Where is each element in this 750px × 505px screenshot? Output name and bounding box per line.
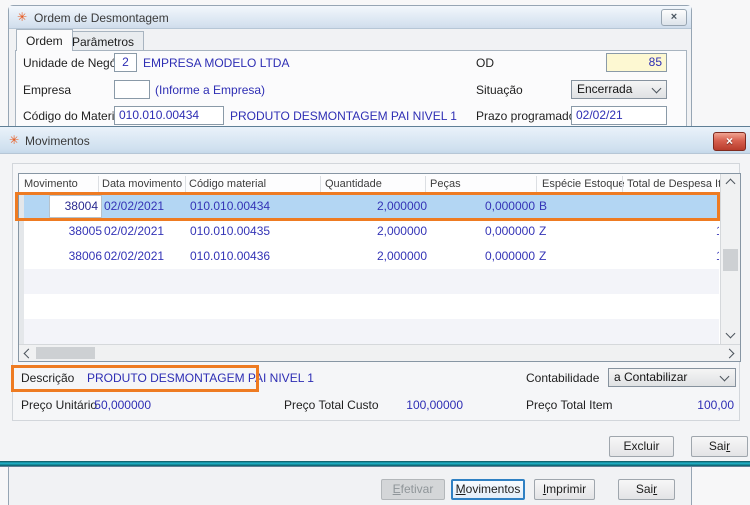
empty-row bbox=[24, 319, 719, 344]
col-quantidade[interactable]: Quantidade bbox=[325, 174, 382, 194]
situacao-value: Encerrada bbox=[577, 82, 632, 96]
movimentos-window: ✳ Movimentos × Movimento Data movimento … bbox=[0, 126, 750, 467]
movimentos-button[interactable]: Movimentos bbox=[451, 479, 525, 500]
empresa-hint: (Informe a Empresa) bbox=[155, 81, 265, 99]
movimentos-table[interactable]: Movimento Data movimento Código material… bbox=[18, 173, 741, 362]
chevron-down-icon bbox=[720, 372, 730, 382]
efetivar-button[interactable]: Efetivar bbox=[381, 479, 445, 500]
table-row[interactable]: 38006 02/02/2021 010.010.00436 2,000000 … bbox=[24, 244, 719, 269]
cell-data: 02/02/2021 bbox=[104, 194, 164, 219]
desktop: ✳ Ordem de Desmontagem × Ordem Parâmetro… bbox=[0, 0, 750, 505]
scrollbar-thumb[interactable] bbox=[723, 249, 738, 271]
descricao-value: PRODUTO DESMONTAGEM PAI NIVEL 1 bbox=[87, 369, 314, 387]
movimento-edit-cell[interactable]: 38004 bbox=[49, 195, 102, 218]
chevron-down-icon bbox=[652, 84, 662, 94]
preco-total-custo-value: 100,00000 bbox=[379, 396, 463, 414]
scroll-up-button[interactable] bbox=[721, 174, 740, 191]
close-icon[interactable]: × bbox=[661, 9, 687, 26]
column-separator bbox=[185, 176, 186, 192]
cell-especie: B bbox=[539, 194, 547, 219]
movimentos-window-title: Movimentos bbox=[25, 133, 90, 149]
col-codigo[interactable]: Código material bbox=[189, 174, 266, 194]
situacao-dropdown[interactable]: Encerrada bbox=[571, 80, 667, 99]
codigo-material-label: Código do Material bbox=[23, 107, 124, 125]
descricao-label: Descrição bbox=[21, 369, 74, 387]
table-row[interactable]: 38005 02/02/2021 010.010.00435 2,000000 … bbox=[24, 219, 719, 244]
preco-total-item-value: 100,00 bbox=[654, 396, 734, 414]
cell-total-clipped: 1 bbox=[716, 244, 719, 269]
cell-pecas: 0,000000 bbox=[435, 244, 535, 269]
column-separator bbox=[425, 176, 426, 192]
empty-row bbox=[24, 294, 719, 319]
cell-codigo: 010.010.00435 bbox=[190, 219, 270, 244]
column-separator bbox=[622, 176, 623, 192]
prazo-input[interactable]: 02/02/21 bbox=[571, 106, 667, 125]
column-separator bbox=[98, 176, 99, 192]
scroll-down-button[interactable] bbox=[721, 327, 740, 344]
cell-codigo: 010.010.00436 bbox=[190, 244, 270, 269]
empresa-input[interactable] bbox=[114, 80, 150, 99]
col-data[interactable]: Data movimento bbox=[102, 174, 182, 194]
horizontal-scrollbar[interactable] bbox=[19, 344, 740, 361]
cell-codigo: 010.010.00434 bbox=[190, 194, 270, 219]
scrollbar-thumb[interactable] bbox=[36, 347, 95, 359]
od-label: OD bbox=[476, 54, 494, 72]
contabilidade-dropdown[interactable]: a Contabilizar bbox=[608, 368, 736, 387]
column-separator bbox=[536, 176, 537, 192]
contabilidade-value: a Contabilizar bbox=[614, 370, 687, 384]
cell-data: 02/02/2021 bbox=[104, 219, 164, 244]
vertical-scrollbar[interactable] bbox=[720, 174, 740, 344]
ordem-titlebar[interactable]: ✳ Ordem de Desmontagem × bbox=[9, 6, 691, 29]
cell-pecas: 0,000000 bbox=[435, 219, 535, 244]
scroll-right-button[interactable] bbox=[723, 345, 739, 361]
window-bottom-border bbox=[0, 461, 750, 466]
cell-data: 02/02/2021 bbox=[104, 244, 164, 269]
cell-quantidade: 2,000000 bbox=[330, 194, 427, 219]
app-icon: ✳ bbox=[15, 9, 29, 25]
cell-especie: Z bbox=[539, 244, 546, 269]
sair-button-movimentos[interactable]: Sair bbox=[691, 436, 748, 457]
scroll-left-button[interactable] bbox=[19, 345, 35, 361]
tab-ordem[interactable]: Ordem bbox=[16, 29, 73, 51]
table-row[interactable]: 38004 02/02/2021 010.010.00434 2,000000 … bbox=[24, 194, 719, 219]
preco-unitario-value: 50,000000 bbox=[59, 396, 151, 414]
app-icon: ✳ bbox=[7, 132, 21, 148]
ordem-window-title: Ordem de Desmontagem bbox=[34, 10, 169, 26]
codigo-material-desc: PRODUTO DESMONTAGEM PAI NIVEL 1 bbox=[230, 107, 457, 125]
cell-pecas: 0,000000 bbox=[435, 194, 535, 219]
situacao-label: Situação bbox=[476, 81, 523, 99]
column-separator bbox=[320, 176, 321, 192]
cell-quantidade: 2,000000 bbox=[330, 244, 427, 269]
contabilidade-label: Contabilidade bbox=[526, 369, 599, 387]
cell-movimento: 38006 bbox=[32, 244, 102, 269]
unidade-negocio-desc: EMPRESA MODELO LTDA bbox=[143, 54, 289, 72]
empresa-label: Empresa bbox=[23, 81, 71, 99]
col-especie[interactable]: Espécie Estoque bbox=[542, 174, 625, 194]
codigo-material-input[interactable]: 010.010.00434 bbox=[114, 106, 224, 125]
cell-quantidade: 2,000000 bbox=[330, 219, 427, 244]
unidade-negocio-input[interactable]: 2 bbox=[114, 53, 137, 72]
close-icon[interactable]: × bbox=[713, 132, 746, 151]
preco-total-custo-label: Preço Total Custo bbox=[284, 396, 379, 414]
preco-total-item-label: Preço Total Item bbox=[526, 396, 612, 414]
table-header[interactable]: Movimento Data movimento Código material… bbox=[19, 174, 719, 194]
cell-especie: Z bbox=[539, 219, 546, 244]
excluir-button[interactable]: Excluir bbox=[609, 436, 674, 457]
sair-button-ordem[interactable]: Sair bbox=[618, 479, 675, 500]
empty-row bbox=[24, 269, 719, 294]
col-pecas[interactable]: Peças bbox=[430, 174, 461, 194]
cell-movimento: 38005 bbox=[32, 219, 102, 244]
col-movimento[interactable]: Movimento bbox=[24, 174, 78, 194]
tab-parametros[interactable]: Parâmetros bbox=[62, 31, 144, 51]
movimentos-titlebar[interactable]: ✳ Movimentos bbox=[0, 127, 750, 154]
imprimir-button[interactable]: Imprimir bbox=[534, 479, 595, 500]
od-input[interactable]: 85 bbox=[606, 53, 667, 72]
prazo-label: Prazo programado bbox=[476, 107, 575, 125]
cell-total-clipped: 1 bbox=[716, 219, 719, 244]
